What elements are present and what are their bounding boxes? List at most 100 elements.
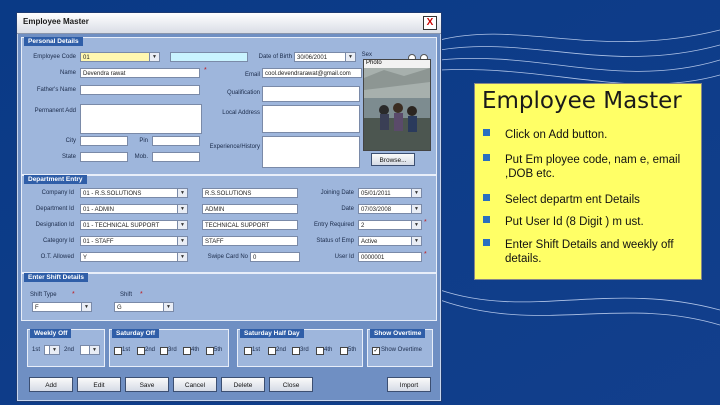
sat-off-3rd-checkbox[interactable]: [160, 347, 168, 355]
instruction-panel: Employee Master Click on Add button. Put…: [474, 83, 702, 280]
delete-button[interactable]: Delete: [221, 377, 265, 392]
mob-field[interactable]: [152, 152, 200, 162]
chevron-down-icon[interactable]: ▼: [411, 237, 421, 245]
dob-field[interactable]: 30/06/2001 ▼: [294, 52, 356, 62]
required-asterisk: *: [424, 251, 427, 258]
sat-half-4th-checkbox[interactable]: [316, 347, 324, 355]
swipe-card-field[interactable]: 0: [250, 252, 300, 262]
saturday-half-day-title: Saturday Half Day: [240, 329, 304, 338]
sat-half-3rd-checkbox[interactable]: [292, 347, 300, 355]
chevron-down-icon[interactable]: ▼: [149, 53, 159, 61]
calendar-dropdown-icon[interactable]: ▼: [411, 205, 421, 213]
entry-required-label: Entry Required: [313, 222, 354, 228]
shift-type-select[interactable]: F ▼: [32, 302, 92, 312]
show-overtime-label: Show Overtime: [381, 347, 423, 353]
show-overtime-checkbox[interactable]: ✓: [372, 347, 380, 355]
calendar-dropdown-icon[interactable]: ▼: [345, 53, 355, 61]
designation-id-value: 01 - TECHNICAL SUPPORT: [83, 223, 160, 229]
ot-allowed-select[interactable]: Y ▼: [80, 252, 188, 262]
ot-allowed-value: Y: [83, 255, 88, 261]
chevron-down-icon[interactable]: ▼: [89, 346, 99, 354]
chevron-down-icon[interactable]: ▼: [81, 303, 91, 311]
chevron-down-icon[interactable]: ▼: [177, 221, 187, 229]
state-field[interactable]: [80, 152, 128, 162]
required-asterisk: *: [72, 291, 75, 298]
edit-button[interactable]: Edit: [77, 377, 121, 392]
close-icon[interactable]: X: [423, 16, 437, 30]
department-id-value: 01 - ADMIN: [83, 207, 115, 213]
bullet-text: Put Em ployee code, nam e, email ,DOB et…: [505, 154, 681, 180]
title-bar: Employee Master X: [17, 13, 441, 34]
employee-name-display: [170, 52, 248, 62]
save-button[interactable]: Save: [125, 377, 169, 392]
designation-id-label: Designation Id: [35, 222, 74, 228]
chevron-down-icon[interactable]: ▼: [177, 237, 187, 245]
status-select[interactable]: Active ▼: [358, 236, 422, 246]
user-id-field[interactable]: 0000001: [358, 252, 422, 262]
sat-off-1st-checkbox[interactable]: [114, 347, 122, 355]
sat-half-5th-checkbox[interactable]: [340, 347, 348, 355]
permanent-address-field[interactable]: [80, 104, 202, 134]
joining-date-field[interactable]: 05/01/2011 ▼: [358, 188, 422, 198]
close-button[interactable]: Close: [269, 377, 313, 392]
chevron-down-icon[interactable]: ▼: [49, 346, 59, 354]
fathers-name-label: Father's Name: [36, 87, 76, 93]
company-id-value: 01 - R.S.SOLUTIONS: [83, 191, 142, 197]
import-button[interactable]: Import: [387, 377, 431, 392]
shift-select[interactable]: G ▼: [114, 302, 174, 312]
cancel-button[interactable]: Cancel: [173, 377, 217, 392]
city-label: City: [65, 138, 76, 144]
name-field[interactable]: Devendra rawat: [80, 68, 200, 78]
email-field[interactable]: cool.devendrarawat@gmail.com: [262, 68, 362, 78]
category-id-select[interactable]: 01 - STAFF ▼: [80, 236, 188, 246]
permanent-add-label: Permanent Add: [34, 108, 76, 114]
weekly-off-first-select[interactable]: ▼: [44, 345, 60, 355]
sat-half-1st-checkbox[interactable]: [244, 347, 252, 355]
chevron-down-icon[interactable]: ▼: [177, 253, 187, 261]
weekly-off-first-label: 1st: [32, 347, 41, 353]
pin-label: Pin: [139, 138, 148, 144]
chevron-down-icon[interactable]: ▼: [163, 303, 173, 311]
sat-off-3rd-label: 3rd: [168, 347, 177, 353]
shift-type-value: F: [35, 305, 39, 311]
qualification-field[interactable]: [262, 86, 360, 102]
browse-button[interactable]: Browse...: [371, 153, 415, 166]
chevron-down-icon[interactable]: ▼: [411, 221, 421, 229]
photo-box: Photo: [363, 59, 431, 151]
experience-field[interactable]: [262, 136, 360, 168]
sat-off-4th-checkbox[interactable]: [183, 347, 191, 355]
department-id-select[interactable]: 01 - ADMIN ▼: [80, 204, 188, 214]
company-id-select[interactable]: 01 - R.S.SOLUTIONS ▼: [80, 188, 188, 198]
qualification-label: Qualification: [226, 90, 260, 96]
required-asterisk: *: [424, 219, 427, 226]
fathers-name-field[interactable]: [80, 85, 200, 95]
pin-field[interactable]: [152, 136, 200, 146]
weekly-off-second-select[interactable]: ▼: [80, 345, 100, 355]
calendar-dropdown-icon[interactable]: ▼: [411, 189, 421, 197]
bullet-text: Select departm ent Details: [505, 194, 640, 206]
employee-code-select[interactable]: 01 ▼: [80, 52, 160, 62]
shift-details-title: Enter Shift Details: [24, 273, 88, 282]
photo-label: Photo: [366, 60, 382, 66]
weekly-off-group: Weekly Off 1st ▼ 2nd ▼: [27, 329, 105, 367]
city-field[interactable]: [80, 136, 128, 146]
chevron-down-icon[interactable]: ▼: [177, 189, 187, 197]
local-address-field[interactable]: [262, 105, 360, 133]
local-address-label: Local Address: [222, 110, 260, 116]
designation-id-select[interactable]: 01 - TECHNICAL SUPPORT ▼: [80, 220, 188, 230]
sat-half-2nd-checkbox[interactable]: [268, 347, 276, 355]
status-label: Status of Emp: [316, 238, 354, 244]
sat-off-2nd-checkbox[interactable]: [137, 347, 145, 355]
name-label: Name: [59, 70, 76, 76]
sat-off-5th-checkbox[interactable]: [206, 347, 214, 355]
date-label: Date: [341, 206, 354, 212]
chevron-down-icon[interactable]: ▼: [177, 205, 187, 213]
designation-name-field: TECHNICAL SUPPORT: [202, 220, 298, 230]
sat-half-4th-label: 4th: [324, 347, 333, 353]
personal-details-title: Personal Details: [24, 37, 83, 46]
add-button[interactable]: Add: [29, 377, 73, 392]
bullet-square-icon: [483, 239, 490, 246]
entry-required-select[interactable]: 2 ▼: [358, 220, 422, 230]
employee-master-window: Employee Master X Personal Details Emplo…: [16, 12, 442, 402]
date-field[interactable]: 07/03/2008 ▼: [358, 204, 422, 214]
